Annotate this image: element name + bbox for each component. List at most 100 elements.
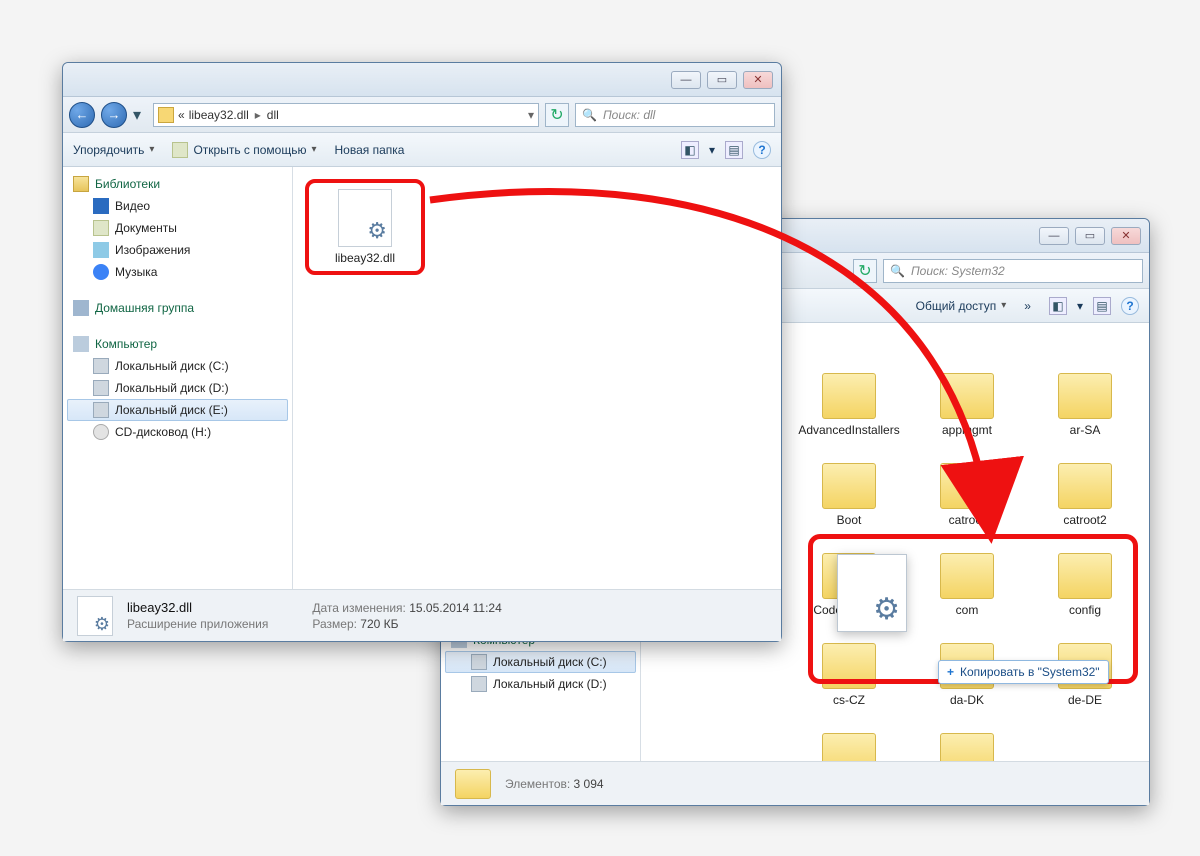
search-input[interactable]: 🔍 Поиск: System32: [883, 259, 1143, 283]
folder-icon: [1058, 373, 1112, 419]
sidebar-images[interactable]: Изображения: [67, 239, 288, 261]
close-button[interactable]: ✕: [1111, 227, 1141, 245]
drive-icon: [471, 676, 487, 692]
video-icon: [93, 198, 109, 214]
view-options-icon[interactable]: ◧: [681, 141, 699, 159]
file-tile-dll[interactable]: libeay32.dll: [317, 189, 413, 265]
file-list[interactable]: libeay32.dll: [293, 167, 781, 589]
drive-icon: [93, 380, 109, 396]
breadcrumb-part[interactable]: libeay32.dll: [189, 108, 249, 122]
drive-icon: [93, 358, 109, 374]
folder-tile[interactable]: drivers: [919, 733, 1015, 761]
status-mod-label: Дата изменения:: [312, 601, 406, 615]
view-dropdown[interactable]: ▾: [1077, 299, 1083, 313]
dll-file-icon: [837, 554, 907, 632]
refresh-button[interactable]: ↻: [545, 103, 569, 127]
titlebar[interactable]: — ▭ ✕: [63, 63, 781, 97]
toolbar: Упорядочить▾ Открыть с помощью▾ Новая па…: [63, 133, 781, 167]
sidebar-music[interactable]: Музыка: [67, 261, 288, 283]
sidebar-computer[interactable]: Компьютер: [67, 333, 288, 355]
addr-dropdown[interactable]: ▾: [528, 108, 534, 122]
history-dropdown[interactable]: ▾: [133, 105, 147, 125]
folder-tile[interactable]: Dism: [801, 733, 897, 761]
toolbar-overflow[interactable]: »: [1024, 299, 1031, 313]
status-file-type: Расширение приложения: [127, 617, 268, 631]
sidebar-drive-d[interactable]: Локальный диск (D:): [445, 673, 636, 695]
sidebar-drive-c[interactable]: Локальный диск (C:): [445, 651, 636, 673]
copy-tooltip-text: Копировать в "System32": [960, 665, 1100, 679]
cd-icon: [93, 424, 109, 440]
sidebar: Библиотеки Видео Документы Изображения М…: [63, 167, 293, 589]
computer-icon: [73, 336, 89, 352]
status-bar: Элементов: 3 094: [441, 761, 1149, 805]
sidebar-homegroup[interactable]: Домашняя группа: [67, 297, 288, 319]
breadcrumb-root: «: [178, 108, 185, 122]
file-name: libeay32.dll: [335, 251, 395, 265]
doc-icon: [93, 220, 109, 236]
chevron-right-icon[interactable]: ▸: [253, 108, 263, 122]
status-folder-icon: [455, 769, 491, 799]
navbar: ← → ▾ « libeay32.dll ▸ dll ▾ ↻ 🔍 Поиск: …: [63, 97, 781, 133]
folder-icon: [822, 463, 876, 509]
copy-tooltip: + Копировать в "System32": [938, 660, 1109, 684]
folder-icon: [822, 373, 876, 419]
sidebar-cd[interactable]: CD-дисковод (H:): [67, 421, 288, 443]
homegroup-icon: [73, 300, 89, 316]
folder-icon: [1058, 463, 1112, 509]
status-items-count: 3 094: [574, 777, 604, 791]
refresh-button[interactable]: ↻: [853, 259, 877, 283]
libraries-icon: [73, 176, 89, 192]
status-size-value: 720 КБ: [360, 617, 398, 631]
folder-tile[interactable]: Boot: [801, 463, 897, 527]
share-button[interactable]: Общий доступ▾: [916, 299, 1007, 313]
search-icon: 🔍: [582, 108, 597, 122]
help-icon[interactable]: ?: [753, 141, 771, 159]
open-with-icon: [172, 142, 188, 158]
source-file-highlight: libeay32.dll: [305, 179, 425, 275]
help-icon[interactable]: ?: [1121, 297, 1139, 315]
breadcrumb-part[interactable]: dll: [267, 108, 279, 122]
view-options-icon[interactable]: ◧: [1049, 297, 1067, 315]
forward-button[interactable]: →: [101, 102, 127, 128]
organize-button[interactable]: Упорядочить▾: [73, 143, 154, 157]
sidebar-drive-c[interactable]: Локальный диск (C:): [67, 355, 288, 377]
music-icon: [93, 264, 109, 280]
maximize-button[interactable]: ▭: [1075, 227, 1105, 245]
folder-tile[interactable]: ar-SA: [1037, 373, 1133, 437]
sidebar-libraries[interactable]: Библиотеки: [67, 173, 288, 195]
dll-file-icon: [338, 189, 392, 247]
preview-pane-icon[interactable]: ▤: [1093, 297, 1111, 315]
search-icon: 🔍: [890, 264, 905, 278]
folder-tile[interactable]: catroot: [919, 463, 1015, 527]
sidebar-video[interactable]: Видео: [67, 195, 288, 217]
search-input[interactable]: 🔍 Поиск: dll: [575, 103, 775, 127]
back-button[interactable]: ←: [69, 102, 95, 128]
preview-pane-icon[interactable]: ▤: [725, 141, 743, 159]
folder-tile[interactable]: appmgmt: [919, 373, 1015, 437]
drag-ghost-file: [832, 554, 912, 654]
minimize-button[interactable]: —: [671, 71, 701, 89]
folder-tile[interactable]: AdvancedInstallers: [801, 373, 897, 437]
status-items-label: Элементов:: [505, 777, 570, 791]
folder-tile[interactable]: catroot2: [1037, 463, 1133, 527]
address-bar[interactable]: « libeay32.dll ▸ dll ▾: [153, 103, 539, 127]
drive-icon: [471, 654, 487, 670]
close-button[interactable]: ✕: [743, 71, 773, 89]
status-mod-value: 15.05.2014 11:24: [409, 601, 502, 615]
new-folder-button[interactable]: Новая папка: [335, 143, 405, 157]
sidebar-drive-d[interactable]: Локальный диск (D:): [67, 377, 288, 399]
folder-icon: [822, 733, 876, 761]
explorer-window-source: — ▭ ✕ ← → ▾ « libeay32.dll ▸ dll ▾ ↻ 🔍 П…: [62, 62, 782, 642]
minimize-button[interactable]: —: [1039, 227, 1069, 245]
plus-icon: +: [947, 665, 954, 679]
sidebar-drive-e[interactable]: Локальный диск (E:): [67, 399, 288, 421]
drive-icon: [93, 402, 109, 418]
sidebar-documents[interactable]: Документы: [67, 217, 288, 239]
open-with-button[interactable]: Открыть с помощью▾: [172, 142, 316, 158]
folder-icon: [940, 463, 994, 509]
status-bar: libeay32.dll Расширение приложения Дата …: [63, 589, 781, 641]
maximize-button[interactable]: ▭: [707, 71, 737, 89]
view-dropdown[interactable]: ▾: [709, 143, 715, 157]
folder-icon: [158, 107, 174, 123]
status-file-name: libeay32.dll: [127, 600, 268, 615]
